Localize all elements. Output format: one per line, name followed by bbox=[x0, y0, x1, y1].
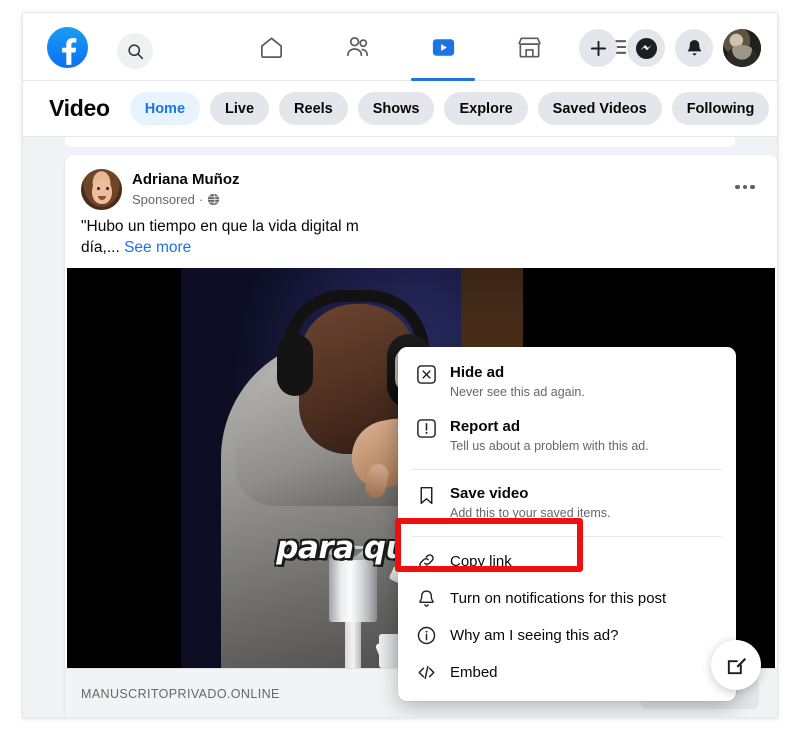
profile-avatar[interactable] bbox=[723, 29, 761, 67]
menu-divider bbox=[412, 469, 722, 470]
menu-item-title: Why am I seeing this ad? bbox=[450, 626, 619, 644]
info-circle-icon bbox=[416, 625, 444, 646]
tab-shows[interactable]: Shows bbox=[357, 92, 435, 125]
top-nav-actions bbox=[579, 29, 761, 67]
previous-post-peek bbox=[65, 137, 735, 147]
compose-icon bbox=[727, 657, 746, 674]
menu-item-subtitle: Tell us about a problem with this ad. bbox=[450, 439, 649, 453]
link-icon bbox=[416, 551, 444, 572]
top-navigation-bar bbox=[23, 13, 777, 81]
poster-avatar[interactable] bbox=[81, 169, 122, 210]
sponsored-label: Sponsored bbox=[132, 192, 195, 207]
nav-tab-marketplace[interactable] bbox=[503, 22, 555, 72]
plus-icon bbox=[590, 40, 606, 56]
post-text-line1: "Hubo un tiempo en que la vida digital m bbox=[81, 218, 359, 235]
post-options-button[interactable] bbox=[727, 169, 763, 205]
friends-icon bbox=[346, 36, 368, 56]
bell-icon bbox=[687, 40, 701, 56]
video-section-bar: Video Home Live Reels Shows Explore Save… bbox=[23, 81, 777, 137]
exclamation-square-icon bbox=[416, 417, 444, 439]
post-text-line2: día,... bbox=[81, 239, 120, 256]
menu-item-title: Report ad bbox=[450, 418, 521, 435]
menu-item-embed[interactable]: Embed bbox=[406, 654, 728, 691]
bookmark-icon bbox=[416, 484, 444, 506]
post-subtitle: Sponsored · bbox=[132, 191, 240, 208]
tab-saved-videos[interactable]: Saved Videos bbox=[537, 92, 662, 125]
menu-item-subtitle: Never see this ad again. bbox=[450, 385, 585, 399]
compose-button[interactable] bbox=[711, 640, 761, 690]
tab-following[interactable]: Following bbox=[671, 92, 770, 125]
menu-item-report-ad[interactable]: Report ad Tell us about a problem with t… bbox=[406, 409, 728, 463]
menu-item-copy-link[interactable]: Copy link bbox=[406, 543, 728, 580]
video-feed: Adriana Muñoz Sponsored · "Hubo un tiemp… bbox=[23, 137, 777, 717]
bell-outline-icon bbox=[416, 588, 444, 609]
post-body-text: "Hubo un tiempo en que la vida digital m… bbox=[65, 210, 777, 268]
ad-domain-label: MANUSCRITOPRIVADO.ONLINE bbox=[81, 686, 280, 701]
messenger-icon bbox=[635, 37, 657, 59]
tab-explore[interactable]: Explore bbox=[444, 92, 528, 125]
menu-item-title: Copy link bbox=[450, 552, 512, 570]
menu-item-title: Embed bbox=[450, 663, 498, 681]
separator-dot: · bbox=[198, 192, 204, 207]
code-icon bbox=[416, 662, 444, 683]
poster-meta: Adriana Muñoz Sponsored · bbox=[132, 169, 240, 208]
poster-name[interactable]: Adriana Muñoz bbox=[132, 170, 240, 189]
menu-item-title: Save video bbox=[450, 485, 529, 502]
avatar-detail bbox=[727, 45, 757, 67]
nav-tab-home[interactable] bbox=[245, 22, 297, 72]
menu-divider bbox=[412, 536, 722, 537]
menu-item-turn-on-notifications[interactable]: Turn on notifications for this post bbox=[406, 580, 728, 617]
menu-item-subtitle: Add this to your saved items. bbox=[450, 506, 611, 520]
search-icon bbox=[127, 43, 143, 59]
ellipsis-icon bbox=[735, 184, 740, 190]
messenger-button[interactable] bbox=[627, 29, 665, 67]
x-square-icon bbox=[416, 363, 444, 385]
menu-item-title: Hide ad bbox=[450, 364, 505, 381]
tab-home[interactable]: Home bbox=[129, 92, 201, 125]
menu-item-hide-ad[interactable]: Hide ad Never see this ad again. bbox=[406, 355, 728, 409]
nav-tab-video[interactable] bbox=[411, 22, 475, 81]
marketplace-icon bbox=[517, 37, 541, 57]
ellipsis-icon bbox=[750, 184, 755, 190]
post-header: Adriana Muñoz Sponsored · bbox=[65, 155, 777, 210]
tab-live[interactable]: Live bbox=[210, 92, 270, 125]
video-icon bbox=[432, 38, 454, 56]
home-icon bbox=[260, 36, 282, 58]
ellipsis-icon bbox=[742, 184, 748, 190]
create-button[interactable] bbox=[579, 29, 617, 67]
menu-item-title: Turn on notifications for this post bbox=[450, 589, 667, 607]
nav-tab-friends[interactable] bbox=[331, 22, 383, 72]
search-button[interactable] bbox=[117, 33, 153, 69]
browser-content-frame: Video Home Live Reels Shows Explore Save… bbox=[22, 12, 778, 718]
menu-item-why-seeing-ad[interactable]: Why am I seeing this ad? bbox=[406, 617, 728, 654]
screenshot-root: Video Home Live Reels Shows Explore Save… bbox=[0, 0, 800, 736]
post-options-menu: Hide ad Never see this ad again. Report … bbox=[398, 347, 736, 701]
facebook-logo-icon[interactable] bbox=[47, 27, 88, 68]
page-title: Video bbox=[49, 95, 110, 121]
menu-item-save-video[interactable]: Save video Add this to your saved items. bbox=[406, 476, 728, 530]
tab-reels[interactable]: Reels bbox=[279, 92, 348, 125]
see-more-link[interactable]: See more bbox=[124, 239, 191, 256]
notifications-button[interactable] bbox=[675, 29, 713, 67]
globe-icon bbox=[208, 193, 220, 206]
